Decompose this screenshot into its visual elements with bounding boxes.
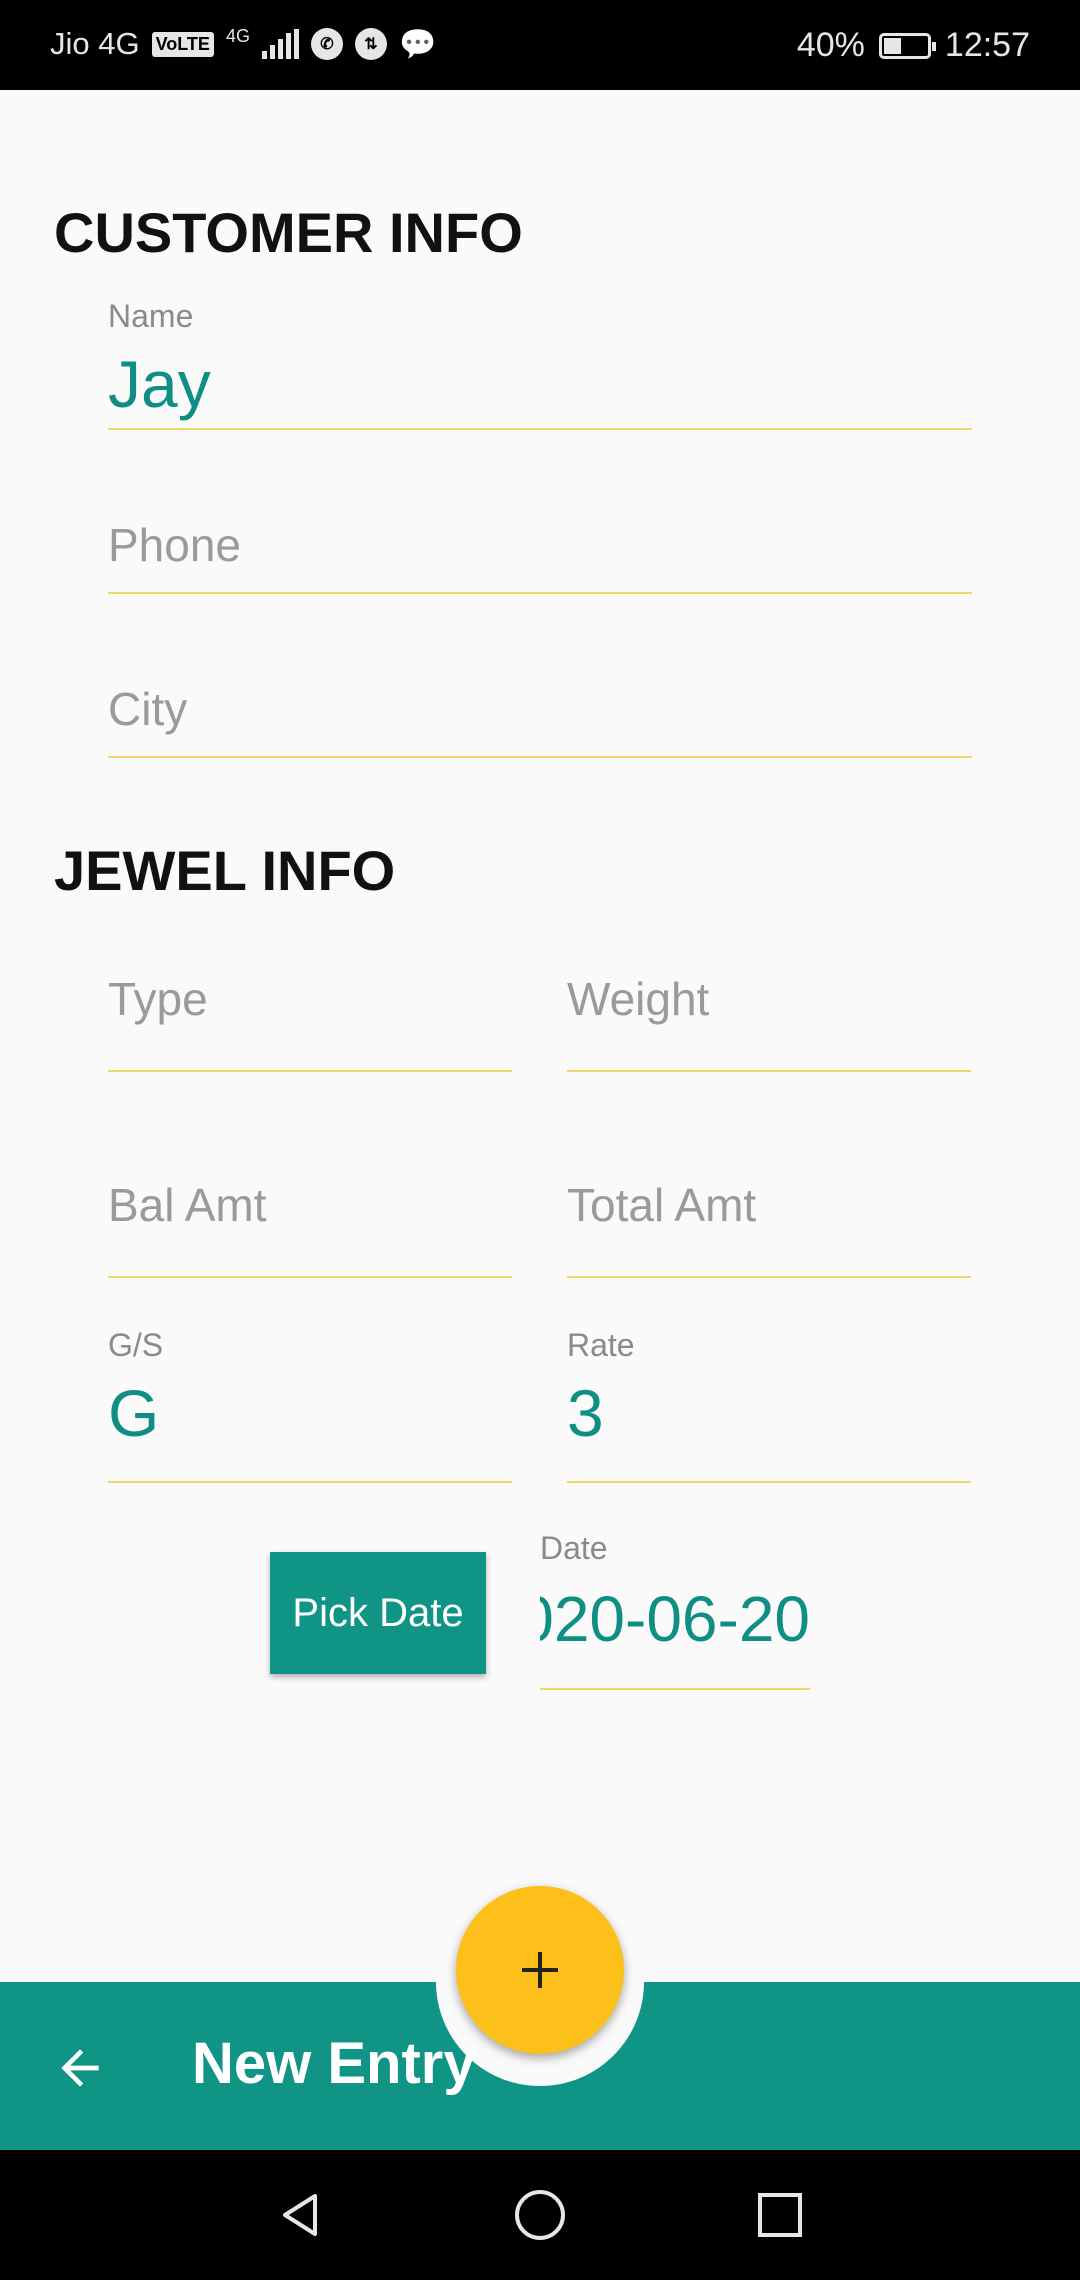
page-title: New Entry <box>192 2031 476 2096</box>
rate-label: Rate <box>567 1327 635 1363</box>
message-icon: 💬 <box>398 27 437 61</box>
arrow-left-icon[interactable] <box>52 2028 116 2108</box>
nav-recents-icon[interactable] <box>750 2185 810 2245</box>
bal-amt-field[interactable]: Bal Amt <box>108 1166 512 1278</box>
name-value[interactable]: Jay <box>108 346 211 422</box>
total-amt-placeholder: Total Amt <box>567 1179 757 1231</box>
whatsapp-icon: ✆ <box>310 28 343 60</box>
battery-icon <box>878 32 936 59</box>
rate-field[interactable]: Rate 3 <box>567 1325 971 1483</box>
sync-icon: ⇅ <box>354 28 387 60</box>
system-nav-bar <box>0 2150 1080 2280</box>
clock: 12:57 <box>944 26 1030 64</box>
rate-value[interactable]: 3 <box>567 1375 604 1451</box>
date-field[interactable]: Date 2020-06-20 <box>540 1530 810 1690</box>
jewel-info-heading: JEWEL INFO <box>54 839 396 902</box>
signal-icon <box>261 29 299 59</box>
nav-back-icon[interactable] <box>270 2185 330 2245</box>
phone-placeholder: Phone <box>108 519 242 571</box>
gs-value[interactable]: G <box>108 1375 159 1451</box>
phone-field[interactable]: Phone <box>108 500 972 594</box>
gs-label: G/S <box>108 1327 164 1363</box>
name-label: Name <box>108 298 194 334</box>
weight-placeholder: Weight <box>567 973 710 1025</box>
carrier-label: Jio 4G <box>50 26 140 61</box>
network-type: 4G <box>225 26 250 46</box>
weight-field[interactable]: Weight <box>567 960 971 1072</box>
type-field[interactable]: Type <box>108 960 512 1072</box>
plus-icon <box>522 1952 558 1988</box>
add-entry-button[interactable] <box>456 1886 624 2054</box>
date-label: Date <box>540 1530 608 1566</box>
volte-badge: VoLTE <box>151 31 214 57</box>
bal-amt-placeholder: Bal Amt <box>108 1179 267 1231</box>
gs-field[interactable]: G/S G <box>108 1325 512 1483</box>
status-left: Jio 4G VoLTE 4G ✆ ⇅ 💬 <box>50 26 436 62</box>
pick-date-button[interactable]: Pick Date <box>270 1552 486 1674</box>
type-placeholder: Type <box>108 973 208 1025</box>
total-amt-field[interactable]: Total Amt <box>567 1166 971 1278</box>
battery-percent: 40% <box>796 26 865 64</box>
status-bar: Jio 4G VoLTE 4G ✆ ⇅ 💬 40% 12:57 <box>0 0 1080 90</box>
status-right: 40% 12:57 <box>797 26 1030 65</box>
customer-info-heading: CUSTOMER INFO <box>54 201 523 264</box>
nav-home-icon[interactable] <box>510 2185 570 2245</box>
name-field[interactable]: Name Jay <box>108 290 972 430</box>
date-value[interactable]: 2020-06-20 <box>540 1582 810 1656</box>
city-field[interactable]: City <box>108 664 972 758</box>
city-placeholder: City <box>108 683 188 735</box>
